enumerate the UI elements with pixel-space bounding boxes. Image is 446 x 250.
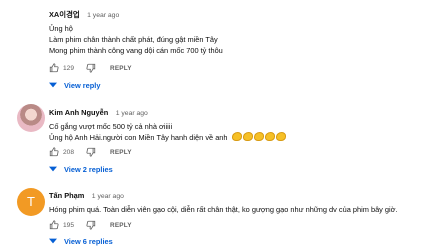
- avatar[interactable]: T: [17, 188, 45, 216]
- view-replies-button[interactable]: View reply: [49, 79, 100, 91]
- author-name[interactable]: Kim Anh Nguyễn: [49, 108, 108, 117]
- comment-text: Cố gắng vượt mốc 500 tỷ cả nhà ơiiiii Ủn…: [49, 121, 440, 143]
- comment-line: Mong phim thành công vang dội cán mốc 70…: [49, 46, 223, 56]
- comment-actions: 129 REPLY: [49, 62, 132, 74]
- comment-header: Tấn Phạm 1 year ago: [49, 187, 440, 201]
- view-replies-button[interactable]: View 2 replies: [49, 163, 113, 175]
- reply-button[interactable]: REPLY: [110, 222, 132, 229]
- thumbs-up-icon[interactable]: [49, 220, 59, 230]
- flexed-biceps-icon: [253, 132, 264, 142]
- comment-line: Làm phim chân thành chất phát, đúng gật …: [49, 35, 218, 45]
- reply-button[interactable]: REPLY: [110, 149, 132, 156]
- author-name[interactable]: Tấn Phạm: [49, 191, 84, 200]
- flexed-biceps-icon: [242, 132, 253, 142]
- comment-text: Hóng phim quá. Toàn diễn viên gạo cội, d…: [49, 204, 440, 215]
- timestamp[interactable]: 1 year ago: [116, 110, 148, 117]
- timestamp[interactable]: 1 year ago: [87, 12, 119, 19]
- view-replies-button[interactable]: View 6 replies: [49, 235, 113, 247]
- flexed-biceps-icon: [275, 132, 286, 142]
- avatar[interactable]: [17, 8, 45, 36]
- flexed-biceps-icon: [231, 132, 242, 142]
- reply-button[interactable]: REPLY: [110, 65, 132, 72]
- comment-text: Ủng hộ Làm phim chân thành chất phát, đú…: [49, 23, 440, 57]
- comment-line: Ủng hộ Anh Hải.người con Miền Tây hanh d…: [49, 133, 228, 143]
- comment-line: Ủng hộ: [49, 24, 73, 33]
- timestamp[interactable]: 1 year ago: [92, 193, 124, 200]
- avatar[interactable]: [17, 104, 45, 132]
- flexed-biceps-emoji-group: [231, 132, 287, 142]
- thumbs-up-icon[interactable]: [49, 63, 59, 73]
- comment-header: XA이경업 1 year ago: [49, 6, 440, 20]
- view-replies-label: View 2 replies: [64, 164, 113, 174]
- chevron-down-icon: [49, 238, 57, 244]
- flexed-biceps-icon: [264, 132, 275, 142]
- thumbs-down-icon[interactable]: [86, 220, 96, 230]
- chevron-down-icon: [49, 166, 57, 172]
- chevron-down-icon: [49, 82, 57, 88]
- comment-line: Hóng phim quá. Toàn diễn viên gạo cội, d…: [49, 205, 398, 214]
- like-count: 195: [63, 221, 75, 229]
- thumbs-down-icon[interactable]: [86, 147, 96, 157]
- comment-line-with-emoji: Ủng hộ Anh Hải.người con Miền Tây hanh d…: [49, 132, 440, 143]
- comment-line: Cố gắng vượt mốc 500 tỷ cả nhà ơiiiii: [49, 122, 173, 131]
- like-count: 129: [63, 64, 75, 72]
- like-count: 208: [63, 148, 75, 156]
- comment-actions: 208 REPLY: [49, 146, 132, 158]
- thumbs-down-icon[interactable]: [86, 63, 96, 73]
- comment-header: Kim Anh Nguyễn 1 year ago: [49, 104, 440, 118]
- view-replies-label: View 6 replies: [64, 236, 113, 246]
- author-name[interactable]: XA이경업: [49, 10, 80, 19]
- view-replies-label: View reply: [64, 80, 101, 90]
- avatar-letter: T: [27, 194, 35, 209]
- comment-actions: 195 REPLY: [49, 219, 132, 231]
- thumbs-up-icon[interactable]: [49, 147, 59, 157]
